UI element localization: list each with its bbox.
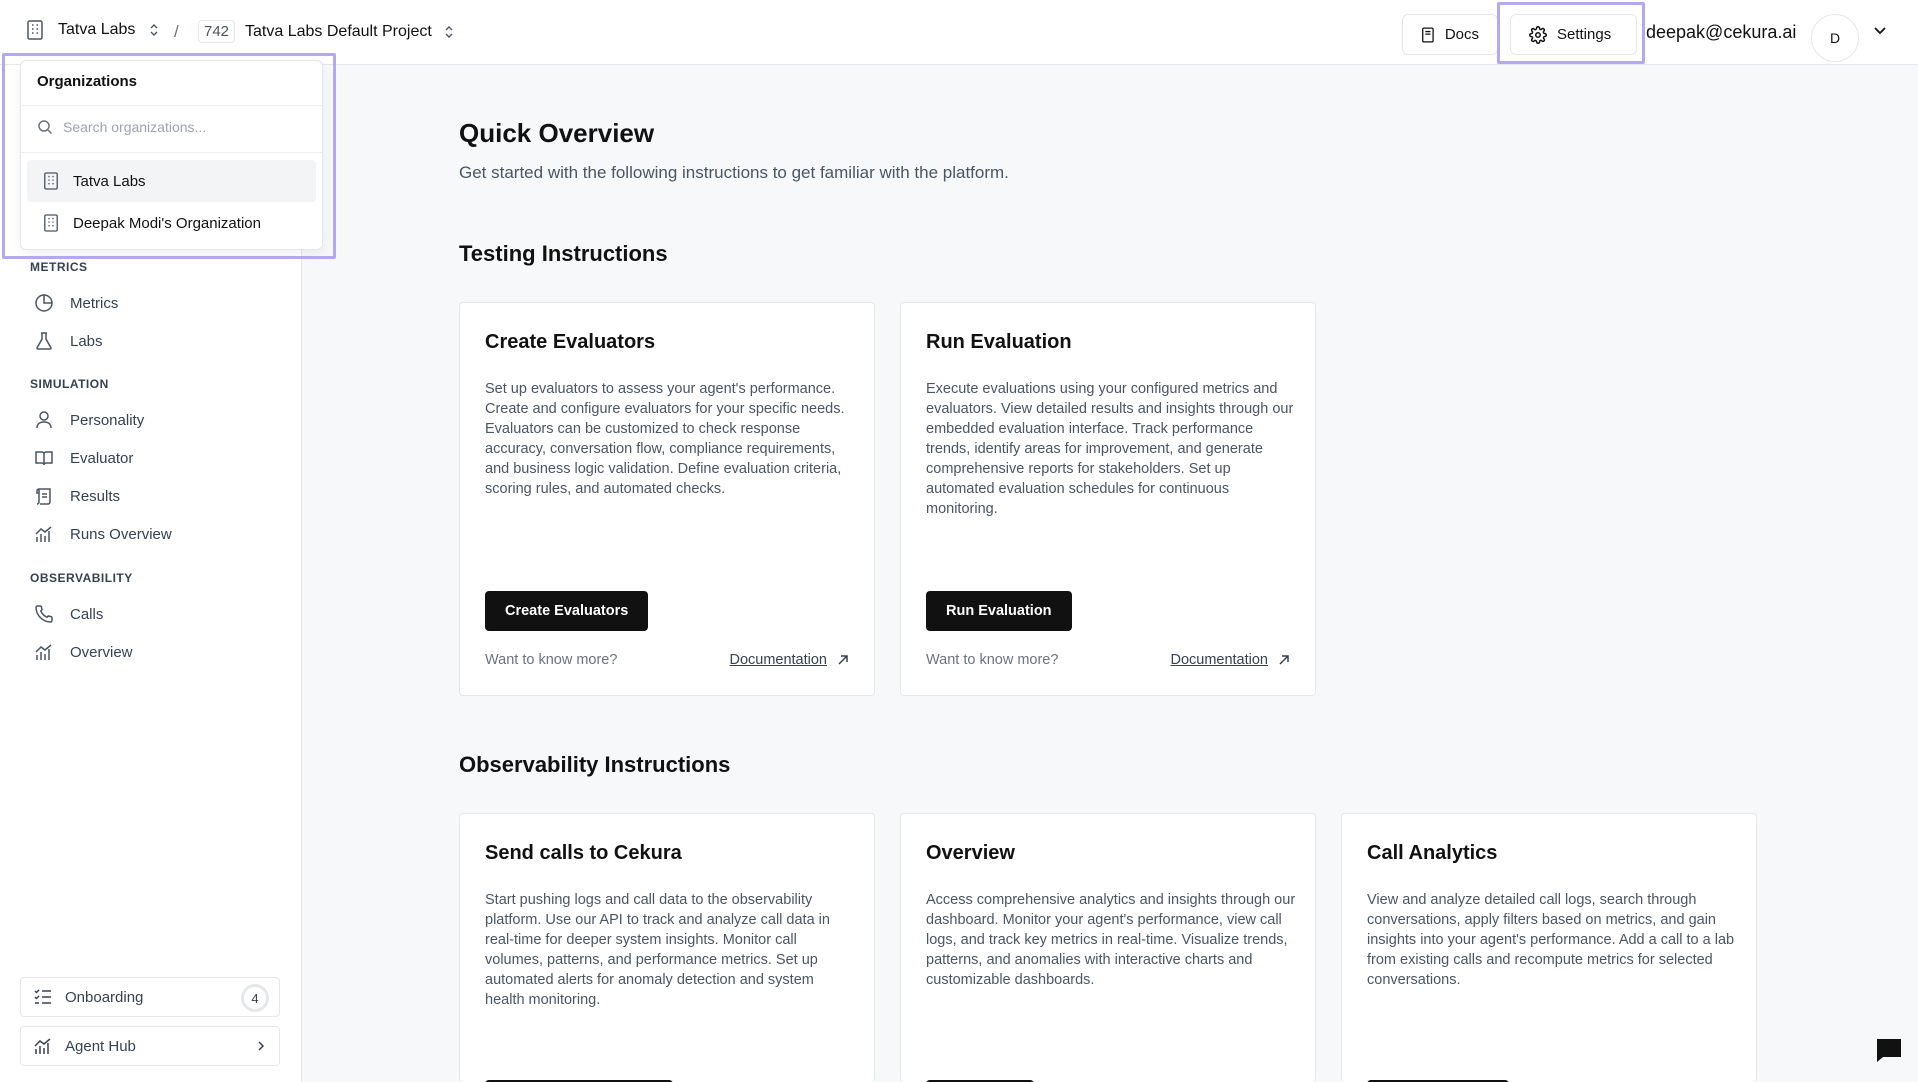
scroll-icon [36,488,51,505]
chevrons-up-down-icon [445,25,453,38]
card-title: Send calls to Cekura [485,842,682,864]
org-name: Tatva Labs [58,21,136,38]
avatar[interactable]: D [1811,14,1859,62]
onboarding-count-badge: 4 [241,984,269,1012]
run-evaluation-button[interactable]: Run Evaluation [926,591,1072,631]
section-title-observability: OBSERVABILITY [30,571,133,585]
project-name: Tatva Labs Default Project [245,22,432,40]
flask-icon [36,332,52,350]
agent-hub-label: Agent Hub [65,1037,136,1055]
book-open-icon [35,451,53,466]
book-icon [1422,26,1434,43]
sidebar-item-label: Overview [70,643,133,661]
testing-section-title: Testing Instructions [459,241,668,266]
call-analytics-card: Call Analytics View and analyze detailed… [1341,813,1757,1082]
chevrons-up-down-icon [150,24,158,36]
sidebar-item-overview[interactable]: Overview [34,642,133,662]
want-more-text: Want to know more? [485,652,618,668]
user-icon [36,411,52,429]
section-title-metrics: METRICS [30,260,88,274]
run-evaluation-card: Run Evaluation Execute evaluations using… [900,302,1316,696]
user-email: deepak@cekura.ai [1646,22,1797,42]
checklist-icon [34,989,51,1004]
sidebar-item-calls[interactable]: Calls [34,604,103,624]
sidebar-item-label: Labs [70,332,103,350]
documentation-link[interactable]: Documentation [729,652,849,668]
sidebar-item-label: Runs Overview [70,525,172,543]
sidebar-item-label: Calls [70,605,104,623]
agent-hub-button[interactable]: Agent Hub [20,1026,280,1066]
phone-icon [35,605,53,623]
chat-icon[interactable] [1875,1037,1903,1063]
onboarding-button[interactable]: Onboarding 4 [20,977,280,1017]
card-title: Overview [926,842,1015,864]
sidebar-item-label: Metrics [70,294,119,312]
card-description: Execute evaluations using your configure… [926,381,1294,517]
page-title: Quick Overview [459,118,655,148]
bar-chart-icon [34,1038,51,1054]
pie-chart-icon [35,294,53,312]
bar-chart-icon [35,526,52,542]
card-description: Access comprehensive analytics and insig… [926,892,1296,988]
card-title: Call Analytics [1367,842,1498,864]
onboarding-label: Onboarding [65,988,144,1006]
card-description: View and analyze detailed call logs, sea… [1367,892,1735,988]
org-switcher[interactable]: Tatva Labs [26,20,159,40]
overview-card: Overview Access comprehensive analytics … [900,813,1316,1082]
card-description: Start pushing logs and call data to the … [485,892,830,1008]
chevron-down-icon[interactable] [1873,26,1887,36]
send-calls-card: Send calls to Cekura Start pushing logs … [459,813,875,1082]
arrow-up-right-icon [838,655,848,665]
documentation-link[interactable]: Documentation [1170,652,1290,668]
section-title-simulation: SIMULATION [30,377,109,391]
documentation-label: Documentation [1170,652,1268,668]
project-number-badge: 742 [198,20,236,43]
documentation-label: Documentation [729,652,827,668]
observability-section-title: Observability Instructions [459,752,731,777]
create-evaluators-button[interactable]: Create Evaluators [485,591,649,631]
sidebar-item-metrics[interactable]: Metrics [34,293,118,313]
docs-button[interactable]: Docs [1402,14,1498,55]
sidebar-item-runs-overview[interactable]: Runs Overview [34,524,172,544]
chevron-right-icon [258,1041,265,1051]
page-subtitle: Get started with the following instructi… [459,163,1009,182]
building-icon [27,20,43,40]
create-evaluators-card: Create Evaluators Set up evaluators to a… [459,302,875,696]
breadcrumb-separator: / [174,22,179,41]
sidebar-item-label: Results [70,487,121,505]
sidebar-item-results[interactable]: Results [34,486,120,506]
project-switcher[interactable]: 742 Tatva Labs Default Project [198,20,454,43]
want-more-text: Want to know more? [926,652,1059,668]
settings-highlight-box [1497,2,1645,64]
card-description: Set up evaluators to assess your agent's… [485,381,845,497]
card-title: Create Evaluators [485,331,656,353]
sidebar-item-labs[interactable]: Labs [34,331,103,351]
sidebar-item-label: Personality [70,411,145,429]
arrow-up-right-icon [1279,655,1289,665]
card-title: Run Evaluation [926,331,1072,353]
org-dropdown-highlight-box [2,53,336,259]
sidebar-item-evaluator[interactable]: Evaluator [34,448,133,468]
docs-label: Docs [1444,26,1479,43]
bar-chart-icon [35,644,52,660]
sidebar-item-label: Evaluator [70,449,134,467]
sidebar-item-personality[interactable]: Personality [34,410,144,430]
